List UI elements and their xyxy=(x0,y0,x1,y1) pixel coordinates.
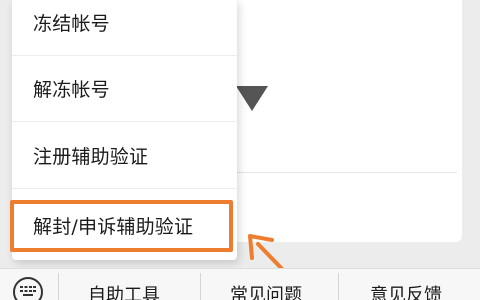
bottom-bar-feedback[interactable]: 意见反馈 xyxy=(370,281,442,300)
menu-item-register-verification[interactable]: 注册辅助验证 xyxy=(12,123,237,189)
dropdown-triangle-icon[interactable] xyxy=(236,86,268,111)
highlight-box xyxy=(10,200,233,252)
bar-divider xyxy=(338,273,339,300)
bar-divider xyxy=(200,273,201,300)
bottom-bar-self-service-tools[interactable]: 自助工具 xyxy=(88,281,160,300)
menu-item-label: 冻结帐号 xyxy=(33,13,110,35)
menu-item-unfreeze-account[interactable]: 解冻帐号 xyxy=(12,56,237,122)
screen: 冻结帐号 解冻帐号 注册辅助验证 解封/申诉辅助验证 自助工具 常见问题 意见反… xyxy=(0,0,480,300)
bottom-bar: 自助工具 常见问题 意见反馈 xyxy=(0,268,480,300)
background-divider xyxy=(237,172,457,173)
keyboard-icon[interactable] xyxy=(13,277,43,300)
menu-item-label: 注册辅助验证 xyxy=(33,146,149,168)
menu-item-freeze-account[interactable]: 冻结帐号 xyxy=(12,0,237,56)
menu-item-label: 解冻帐号 xyxy=(33,79,110,101)
bottom-bar-faq[interactable]: 常见问题 xyxy=(230,281,302,300)
bar-divider xyxy=(58,273,59,300)
